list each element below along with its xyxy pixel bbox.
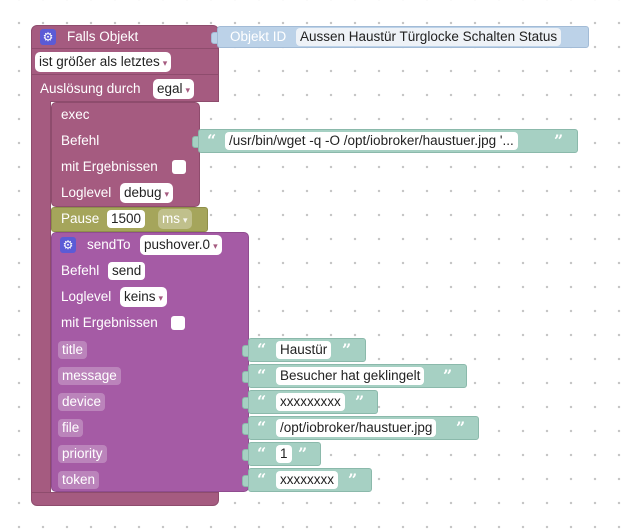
sendto-gear-icon[interactable]: ⚙: [60, 237, 76, 253]
param-message-field[interactable]: Besucher hat geklingelt: [276, 367, 425, 385]
open-quote-icon: “: [257, 418, 267, 437]
open-quote-icon: “: [257, 470, 267, 489]
param-file-field[interactable]: /opt/iobroker/haustuer.jpg: [276, 419, 437, 437]
open-quote-icon: “: [207, 131, 217, 150]
event-block-title: Falls Objekt: [67, 29, 139, 44]
param-token-label: token: [58, 471, 100, 489]
sendto-command-field[interactable]: send: [108, 262, 146, 280]
close-quote-icon: ”: [456, 418, 466, 437]
param-message-label: message: [58, 367, 121, 385]
object-id-field[interactable]: Aussen Haustür Türglocke Schalten Status: [296, 28, 562, 46]
exec-loglevel-dropdown[interactable]: debug ▾: [120, 183, 174, 203]
sendto-with-results-checkbox[interactable]: [171, 316, 185, 330]
exec-command-label: Befehl: [61, 133, 100, 148]
pause-value-field[interactable]: 1500: [107, 210, 146, 228]
param-title-field[interactable]: Haustür: [276, 341, 332, 359]
gear-icon[interactable]: ⚙: [40, 29, 56, 45]
exec-with-results-checkbox[interactable]: [172, 160, 186, 174]
pause-label: Pause: [61, 211, 100, 226]
sendto-loglevel-label: Loglevel: [61, 289, 112, 304]
sendto-with-results-label: mit Ergebnissen: [61, 315, 158, 330]
object-id-label: Objekt ID: [230, 29, 287, 44]
param-token-field[interactable]: xxxxxxxx: [276, 471, 338, 489]
exec-title: exec: [61, 107, 90, 122]
condition-dropdown[interactable]: ist größer als letztes ▾: [35, 52, 172, 72]
close-quote-icon: ”: [355, 392, 365, 411]
sendto-adapter-dropdown[interactable]: pushover.0 ▾: [140, 235, 222, 255]
trigger-label: Auslösung durch: [40, 81, 141, 96]
close-quote-icon: ”: [554, 131, 564, 150]
exec-with-results-label: mit Ergebnissen: [61, 159, 158, 174]
sendto-loglevel-dropdown[interactable]: keins ▾: [120, 287, 168, 307]
param-device-label: device: [58, 393, 106, 411]
param-device-field[interactable]: xxxxxxxxx: [276, 393, 345, 411]
trigger-dropdown[interactable]: egal ▾: [153, 79, 195, 99]
param-title-label: title: [58, 341, 88, 359]
open-quote-icon: “: [257, 366, 267, 385]
param-priority-label: priority: [58, 445, 107, 463]
open-quote-icon: “: [257, 392, 267, 411]
exec-loglevel-label: Loglevel: [61, 185, 112, 200]
event-block-footer: [31, 492, 219, 506]
close-quote-icon: ”: [443, 366, 453, 385]
sendto-command-label: Befehl: [61, 263, 100, 278]
close-quote-icon: ”: [298, 444, 308, 463]
pause-unit-dropdown[interactable]: ms ▾: [158, 209, 192, 229]
close-quote-icon: ”: [342, 340, 352, 359]
exec-command-field[interactable]: /usr/bin/wget -q -O /opt/iobroker/haustu…: [225, 132, 518, 150]
event-block-statement-bar: [31, 101, 51, 496]
param-file-label: file: [58, 419, 84, 437]
open-quote-icon: “: [257, 340, 267, 359]
sendto-title: sendTo: [87, 237, 131, 252]
close-quote-icon: ”: [348, 470, 358, 489]
param-priority-field[interactable]: 1: [276, 445, 292, 463]
open-quote-icon: “: [257, 444, 267, 463]
